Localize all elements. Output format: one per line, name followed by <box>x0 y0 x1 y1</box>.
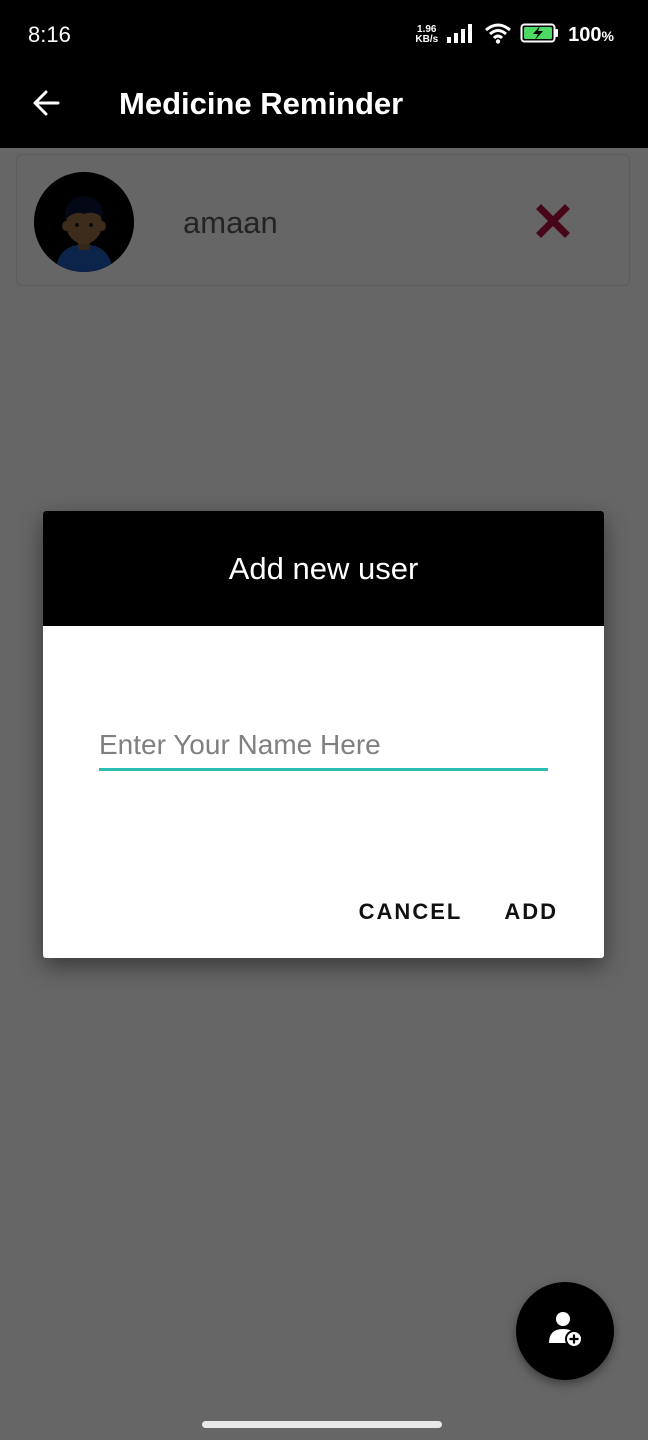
wifi-icon <box>484 22 512 49</box>
battery-value: 100 <box>568 23 602 46</box>
dialog-header: Add new user <box>43 511 604 626</box>
status-bar: 8:16 1.96 KB/s 100% <box>0 0 648 70</box>
home-indicator[interactable] <box>202 1421 442 1428</box>
battery-unit: % <box>601 27 614 44</box>
net-speed: 1.96 KB/s <box>415 25 438 45</box>
page-title: Medicine Reminder <box>119 86 404 121</box>
status-icons: 1.96 KB/s 100% <box>415 20 614 50</box>
dialog-actions: CANCEL ADD <box>359 899 558 925</box>
add-user-fab[interactable] <box>516 1282 614 1380</box>
signal-icon <box>446 23 476 48</box>
add-user-icon <box>545 1309 585 1354</box>
status-time: 8:16 <box>28 22 71 47</box>
add-button[interactable]: ADD <box>504 899 558 925</box>
add-user-dialog: Add new user CANCEL ADD <box>43 511 604 958</box>
net-speed-unit: KB/s <box>415 34 439 45</box>
dialog-title: Add new user <box>228 550 419 586</box>
back-arrow-icon <box>31 88 61 123</box>
battery-charging-icon <box>520 23 560 48</box>
battery-level: 100% <box>568 24 614 47</box>
back-button[interactable] <box>26 85 66 125</box>
app-bar: Medicine Reminder <box>0 70 648 148</box>
name-input[interactable] <box>99 721 548 771</box>
cancel-button[interactable]: CANCEL <box>359 899 463 925</box>
